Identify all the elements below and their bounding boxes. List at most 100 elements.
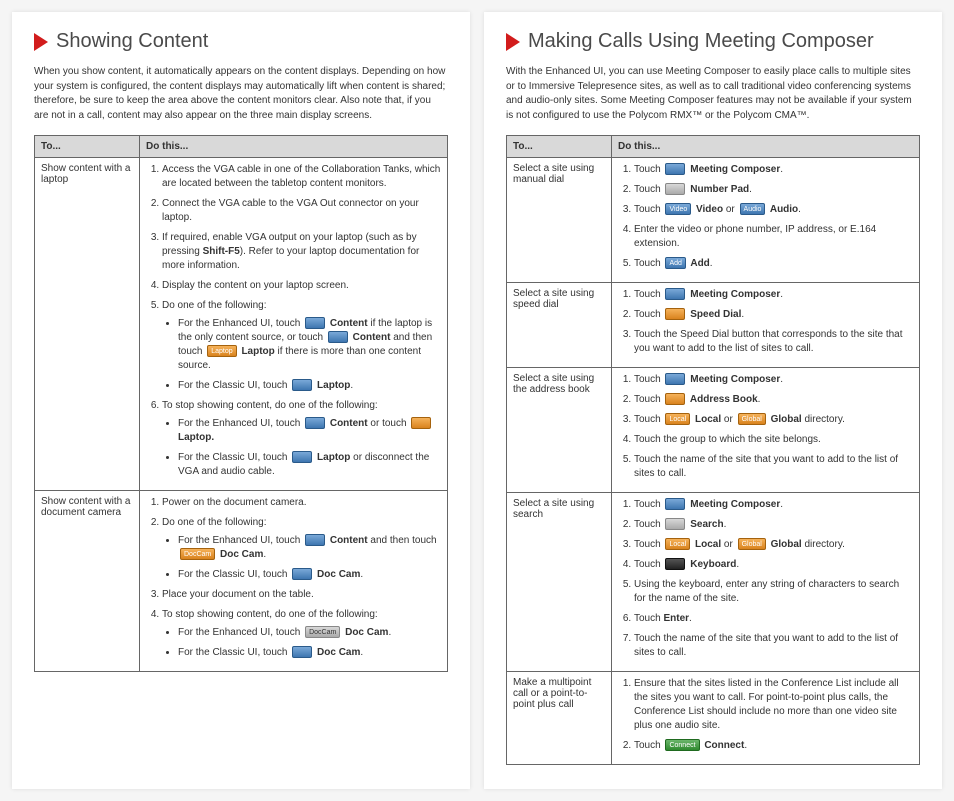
doccam-icon: DocCam bbox=[180, 548, 215, 560]
search-icon bbox=[665, 518, 685, 530]
table-row: Select a site using speed dial Touch Mee… bbox=[507, 283, 920, 368]
step: Touch the name of the site that you want… bbox=[634, 632, 913, 660]
step: Display the content on your laptop scree… bbox=[162, 279, 441, 293]
content-icon bbox=[328, 331, 348, 343]
content-icon bbox=[305, 534, 325, 546]
step: Touch Video Video or Audio Audio. bbox=[634, 203, 913, 217]
substep: For the Enhanced UI, touch Content if th… bbox=[178, 317, 441, 373]
content-icon bbox=[305, 317, 325, 329]
to-cell: Show content with a document camera bbox=[35, 491, 140, 672]
arrow-right-icon bbox=[506, 33, 520, 51]
step: Touch Meeting Composer. bbox=[634, 373, 913, 387]
do-cell: Touch Meeting Composer. Touch Speed Dial… bbox=[612, 283, 920, 368]
step: Touch Local Local or Global Global direc… bbox=[634, 538, 913, 552]
local-icon: Local bbox=[665, 413, 690, 425]
local-icon: Local bbox=[665, 538, 690, 550]
table-right: To... Do this... Select a site using man… bbox=[506, 135, 920, 765]
doccam-icon: DocCam bbox=[305, 626, 340, 638]
do-cell: Power on the document camera. Do one of … bbox=[140, 491, 448, 672]
step: To stop showing content, do one of the f… bbox=[162, 608, 441, 660]
address-book-icon bbox=[665, 393, 685, 405]
step: Touch Meeting Composer. bbox=[634, 288, 913, 302]
global-icon: Global bbox=[738, 413, 766, 425]
laptop-icon bbox=[292, 451, 312, 463]
laptop-icon bbox=[411, 417, 431, 429]
to-cell: Select a site using manual dial bbox=[507, 158, 612, 283]
step: Touch Local Local or Global Global direc… bbox=[634, 413, 913, 427]
step: Do one of the following: For the Enhance… bbox=[162, 516, 441, 582]
step: Touch Keyboard. bbox=[634, 558, 913, 572]
add-icon: Add bbox=[665, 257, 685, 269]
table-row: Select a site using the address book Tou… bbox=[507, 368, 920, 493]
table-left: To... Do this... Show content with a lap… bbox=[34, 135, 448, 672]
step: Touch Number Pad. bbox=[634, 183, 913, 197]
substep: For the Classic UI, touch Doc Cam. bbox=[178, 568, 441, 582]
step: Touch the name of the site that you want… bbox=[634, 453, 913, 481]
step: Touch the group to which the site belong… bbox=[634, 433, 913, 447]
global-icon: Global bbox=[738, 538, 766, 550]
speed-dial-icon bbox=[665, 308, 685, 320]
step: Touch Meeting Composer. bbox=[634, 498, 913, 512]
step: Touch Connect Connect. bbox=[634, 739, 913, 753]
content-icon bbox=[305, 417, 325, 429]
meeting-composer-icon bbox=[665, 163, 685, 175]
substep: For the Classic UI, touch Doc Cam. bbox=[178, 646, 441, 660]
to-cell: Select a site using the address book bbox=[507, 368, 612, 493]
doccam-icon bbox=[292, 646, 312, 658]
step: Connect the VGA cable to the VGA Out con… bbox=[162, 197, 441, 225]
meeting-composer-icon bbox=[665, 373, 685, 385]
step: Using the keyboard, enter any string of … bbox=[634, 578, 913, 606]
table-row: Make a multipoint call or a point-to-poi… bbox=[507, 672, 920, 765]
do-cell: Touch Meeting Composer. Touch Search. To… bbox=[612, 493, 920, 672]
arrow-right-icon bbox=[34, 33, 48, 51]
meeting-composer-icon bbox=[665, 288, 685, 300]
th-to: To... bbox=[507, 136, 612, 158]
connect-icon: Connect bbox=[665, 739, 699, 751]
do-cell: Touch Meeting Composer. Touch Address Bo… bbox=[612, 368, 920, 493]
step: If required, enable VGA output on your l… bbox=[162, 231, 441, 273]
substep: For the Enhanced UI, touch Content and t… bbox=[178, 534, 441, 562]
laptop-icon bbox=[292, 379, 312, 391]
table-row: Select a site using search Touch Meeting… bbox=[507, 493, 920, 672]
do-cell: Ensure that the sites listed in the Conf… bbox=[612, 672, 920, 765]
step: To stop showing content, do one of the f… bbox=[162, 399, 441, 479]
page-title-right: Making Calls Using Meeting Composer bbox=[528, 30, 874, 53]
step: Do one of the following: For the Enhance… bbox=[162, 299, 441, 393]
doccam-icon bbox=[292, 568, 312, 580]
table-row: Show content with a laptop Access the VG… bbox=[35, 158, 448, 491]
left-page: Showing Content When you show content, i… bbox=[12, 12, 470, 789]
th-do: Do this... bbox=[612, 136, 920, 158]
number-pad-icon bbox=[665, 183, 685, 195]
th-to: To... bbox=[35, 136, 140, 158]
step: Place your document on the table. bbox=[162, 588, 441, 602]
substep: For the Enhanced UI, touch DocCam Doc Ca… bbox=[178, 626, 441, 640]
to-cell: Select a site using search bbox=[507, 493, 612, 672]
laptop-icon: Laptop bbox=[207, 345, 236, 357]
do-cell: Access the VGA cable in one of the Colla… bbox=[140, 158, 448, 491]
step: Access the VGA cable in one of the Colla… bbox=[162, 163, 441, 191]
step: Touch Meeting Composer. bbox=[634, 163, 913, 177]
audio-icon: Audio bbox=[740, 203, 766, 215]
step: Touch Address Book. bbox=[634, 393, 913, 407]
page-title-left: Showing Content bbox=[56, 30, 208, 53]
step: Enter the video or phone number, IP addr… bbox=[634, 223, 913, 251]
intro-right: With the Enhanced UI, you can use Meetin… bbox=[506, 65, 920, 123]
step: Touch Enter. bbox=[634, 612, 913, 626]
table-row: Show content with a document camera Powe… bbox=[35, 491, 448, 672]
step: Power on the document camera. bbox=[162, 496, 441, 510]
right-page: Making Calls Using Meeting Composer With… bbox=[484, 12, 942, 789]
meeting-composer-icon bbox=[665, 498, 685, 510]
step: Touch Search. bbox=[634, 518, 913, 532]
step: Touch the Speed Dial button that corresp… bbox=[634, 328, 913, 356]
to-cell: Show content with a laptop bbox=[35, 158, 140, 491]
step: Touch Add Add. bbox=[634, 257, 913, 271]
to-cell: Select a site using speed dial bbox=[507, 283, 612, 368]
step: Ensure that the sites listed in the Conf… bbox=[634, 677, 913, 733]
step: Touch Speed Dial. bbox=[634, 308, 913, 322]
table-row: Select a site using manual dial Touch Me… bbox=[507, 158, 920, 283]
to-cell: Make a multipoint call or a point-to-poi… bbox=[507, 672, 612, 765]
heading-left: Showing Content bbox=[34, 30, 448, 53]
keyboard-icon bbox=[665, 558, 685, 570]
video-icon: Video bbox=[665, 203, 691, 215]
substep: For the Enhanced UI, touch Content or to… bbox=[178, 417, 441, 445]
